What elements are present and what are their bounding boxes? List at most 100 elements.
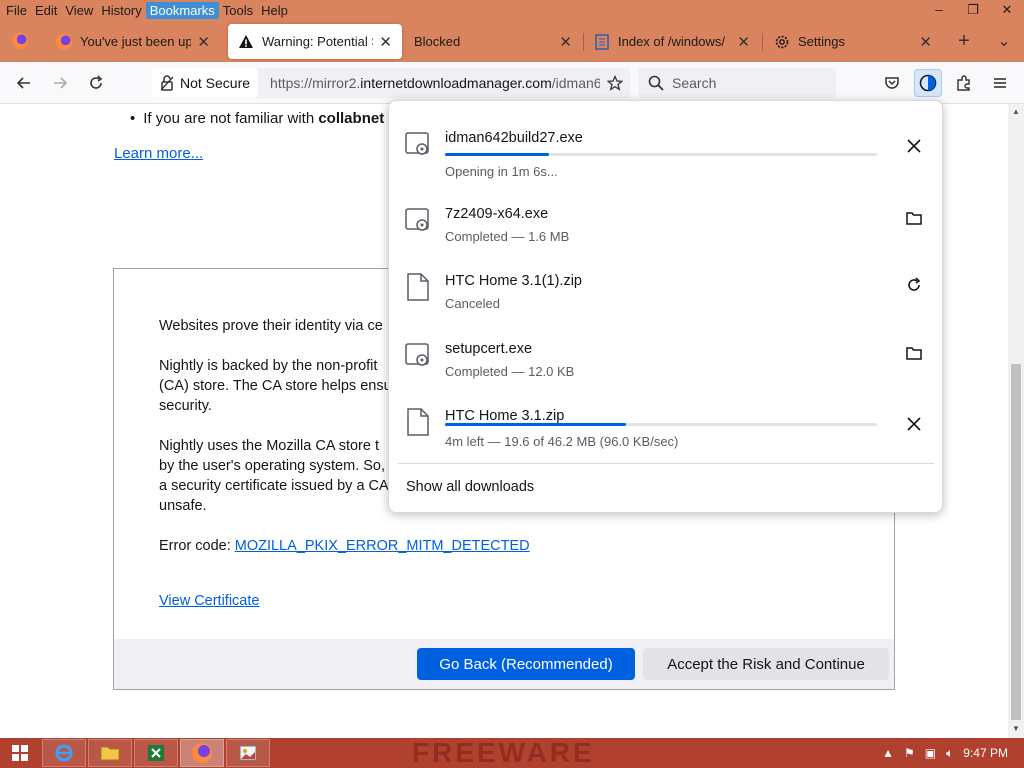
search-bar[interactable]: Search — [638, 68, 836, 98]
close-icon[interactable]: ✕ — [919, 33, 932, 51]
retry-icon — [908, 277, 921, 291]
download-filename: idman642build27.exe — [445, 130, 583, 146]
folder-icon — [906, 212, 922, 225]
menu-edit[interactable]: Edit — [31, 2, 61, 19]
scroll-up-arrow[interactable]: ▲ — [1008, 107, 1024, 116]
learn-more-link[interactable]: Learn more... — [114, 145, 203, 162]
app-menu-button[interactable] — [986, 69, 1014, 97]
scroll-down-arrow[interactable]: ▼ — [1008, 724, 1024, 733]
menu-items: File Edit View History Bookmarks Tools H… — [0, 0, 292, 21]
download-item[interactable]: 7z2409-x64.exe Completed — 1.6 MB — [389, 187, 944, 253]
menu-history[interactable]: History — [97, 2, 145, 19]
page-scrollbar[interactable]: ▲ ▼ — [1008, 104, 1024, 738]
retry-download-button[interactable] — [901, 272, 927, 298]
file-icon — [407, 273, 429, 301]
executable-icon — [405, 208, 429, 231]
tab-strip: You've just been upgraded ✕ Warning: Pot… — [0, 21, 1024, 62]
error-code-label: Error code: — [159, 538, 235, 554]
download-progress-fill — [445, 153, 549, 156]
close-icon[interactable]: ✕ — [379, 33, 392, 51]
bullet-bold-text: collabnet — [318, 110, 385, 127]
executable-icon — [405, 132, 429, 155]
firefox-icon — [192, 743, 212, 763]
extensions-button[interactable] — [950, 69, 978, 97]
forward-button[interactable] — [46, 69, 74, 97]
download-progress-icon — [919, 74, 937, 92]
restore-button[interactable]: ❐ — [956, 0, 990, 21]
show-in-folder-button[interactable] — [901, 205, 927, 231]
download-item[interactable]: setupcert.exe Completed — 12.0 KB — [389, 322, 944, 388]
window-controls: – ❐ ✕ — [922, 0, 1024, 21]
cancel-download-button[interactable] — [901, 133, 927, 159]
url-text[interactable]: https://mirror2.internetdownloadmanager.… — [258, 75, 600, 91]
scrollbar-thumb[interactable] — [1011, 364, 1021, 720]
download-item[interactable]: HTC Home 3.1(1).zip Canceled — [389, 254, 944, 320]
windows-logo-icon — [12, 745, 28, 761]
close-window-button[interactable]: ✕ — [990, 0, 1024, 21]
volume-icon[interactable]: 🔈︎ — [946, 746, 953, 761]
menu-tools[interactable]: Tools — [219, 2, 257, 19]
site-identity[interactable]: Not Secure — [152, 68, 259, 98]
navigation-bar: Not Secure https://mirror2.internetdownl… — [0, 62, 1024, 104]
tab-settings[interactable]: Settings ✕ — [764, 24, 942, 59]
broken-lock-icon — [160, 75, 174, 91]
tray-expand-icon[interactable]: ▲ — [882, 746, 894, 760]
firefox-icon — [56, 33, 72, 50]
downloads-button[interactable] — [914, 69, 942, 97]
bookmark-star-button[interactable] — [600, 69, 630, 97]
url-domain: internetdownloadmanager.com — [360, 75, 552, 91]
download-item[interactable]: idman642build27.exe Opening in 1m 6s... — [389, 111, 944, 179]
menu-view[interactable]: View — [61, 2, 97, 19]
certificate-actions: Go Back (Recommended) Accept the Risk an… — [114, 639, 894, 689]
download-progress-bar — [445, 423, 877, 426]
hamburger-icon — [994, 78, 1006, 88]
puzzle-icon — [957, 75, 970, 91]
menu-bookmarks[interactable]: Bookmarks — [145, 2, 219, 19]
arrow-left-icon — [16, 77, 30, 89]
taskbar-internet-explorer[interactable] — [42, 739, 86, 767]
tab-upgraded[interactable]: You've just been upgraded ✕ — [46, 24, 220, 59]
error-code-line: Error code: MOZILLA_PKIX_ERROR_MITM_DETE… — [159, 536, 879, 556]
download-status: Opening in 1m 6s... — [445, 164, 558, 179]
taskbar-excel[interactable] — [134, 739, 178, 767]
download-filename: setupcert.exe — [445, 341, 533, 357]
menu-file[interactable]: File — [2, 2, 31, 19]
download-item[interactable]: HTC Home 3.1.zip 4m left — 19.6 of 46.2 … — [389, 389, 944, 455]
new-tab-button[interactable]: + — [950, 27, 978, 55]
tab-divider — [762, 33, 763, 51]
list-all-tabs-button[interactable]: ⌄ — [990, 27, 1018, 55]
network-icon[interactable]: ▣ — [925, 746, 936, 760]
close-icon[interactable]: ✕ — [197, 33, 210, 51]
bullet-dot: • — [130, 110, 136, 127]
close-icon[interactable]: ✕ — [737, 33, 750, 51]
pocket-button[interactable] — [878, 69, 906, 97]
show-all-downloads-button[interactable]: Show all downloads — [406, 479, 534, 495]
taskbar-firefox-nightly[interactable] — [180, 739, 224, 767]
reload-button[interactable] — [82, 69, 110, 97]
executable-icon — [405, 343, 429, 366]
not-secure-label: Not Secure — [180, 75, 251, 91]
go-back-button[interactable]: Go Back (Recommended) — [417, 648, 635, 680]
error-code-link[interactable]: MOZILLA_PKIX_ERROR_MITM_DETECTED — [235, 538, 530, 554]
menu-help[interactable]: Help — [257, 2, 292, 19]
clock[interactable]: 9:47 PM — [963, 746, 1008, 760]
close-icon[interactable]: ✕ — [559, 33, 572, 51]
minimize-button[interactable]: – — [922, 0, 956, 21]
firefox-view-button[interactable] — [6, 27, 34, 55]
flag-icon[interactable]: ⚑ — [904, 746, 915, 760]
arrow-right-icon — [54, 77, 68, 89]
view-certificate-link[interactable]: View Certificate — [159, 593, 259, 609]
tab-index-windows[interactable]: Index of /windows/ ✕ — [584, 24, 760, 59]
url-bar[interactable]: Not Secure https://mirror2.internetdownl… — [152, 68, 630, 98]
start-button[interactable] — [4, 739, 36, 767]
tab-warning[interactable]: Warning: Potential Security Risk Ahead ✕ — [228, 24, 402, 59]
tab-blocked[interactable]: Blocked ✕ — [404, 24, 582, 59]
cancel-download-button[interactable] — [901, 411, 927, 437]
system-tray: ▲ ⚑ ▣ 🔈︎ 9:47 PM — [882, 738, 1024, 768]
show-in-folder-button[interactable] — [901, 340, 927, 366]
cancel-icon — [907, 417, 921, 431]
taskbar-paint[interactable] — [226, 739, 270, 767]
taskbar-file-explorer[interactable] — [88, 739, 132, 767]
accept-risk-button[interactable]: Accept the Risk and Continue — [643, 648, 889, 680]
back-button[interactable] — [10, 69, 38, 97]
